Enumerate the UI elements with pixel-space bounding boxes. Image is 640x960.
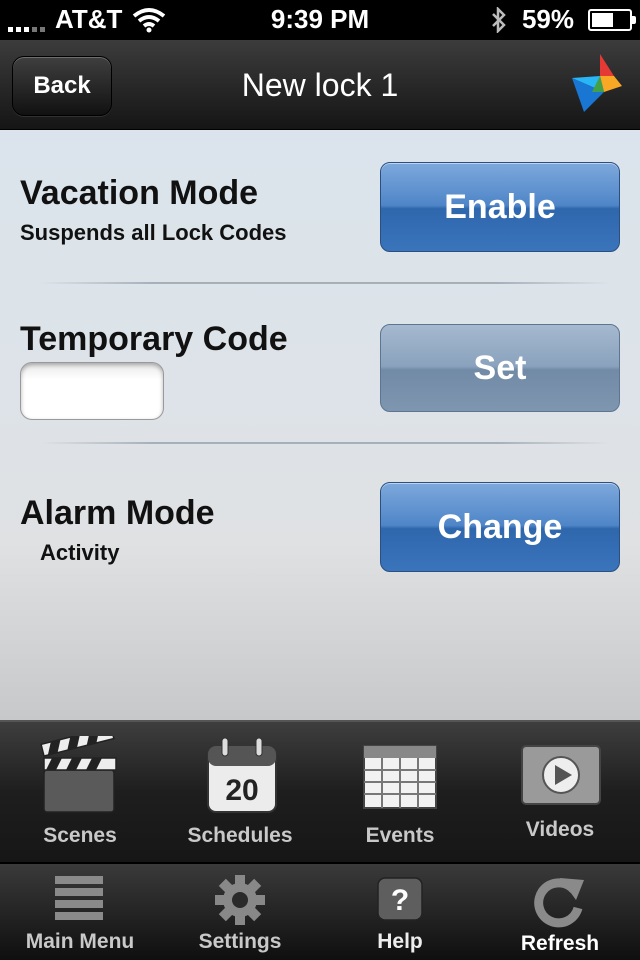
enable-button[interactable]: Enable [380, 162, 620, 252]
battery-percent: 59% [521, 4, 574, 34]
tab-help[interactable]: ? Help [320, 864, 480, 960]
temporary-code-title: Temporary Code [20, 320, 288, 358]
battery-fill [592, 12, 614, 27]
divider [40, 442, 610, 444]
tab-label: Scenes [43, 824, 117, 847]
tab-events[interactable]: Events [320, 722, 480, 862]
clapperboard-icon [40, 736, 117, 813]
alarm-mode-title: Alarm Mode [20, 494, 215, 532]
tab-label: Main Menu [25, 930, 135, 953]
tab-main-menu[interactable]: Main Menu [0, 864, 160, 960]
alarm-mode-subtitle: Activity [40, 540, 120, 565]
refresh-icon [534, 878, 584, 928]
bluetooth-icon [492, 6, 506, 33]
grid-icon [363, 745, 437, 809]
status-right: 59% [490, 4, 636, 35]
tab-label: Refresh [520, 932, 600, 955]
tab-settings[interactable]: Settings [160, 864, 320, 960]
tab-label: Settings [198, 930, 282, 953]
calendar-day: 20 [225, 774, 258, 807]
tab-label: Help [377, 930, 423, 953]
page-title: New lock 1 [241, 67, 399, 103]
tab-label: Events [365, 824, 435, 847]
tab-videos[interactable]: Videos [480, 722, 640, 862]
tab-refresh[interactable]: Refresh [480, 864, 640, 960]
tab-schedules[interactable]: 20 Schedules [160, 722, 320, 862]
tab-label: Schedules [187, 824, 293, 847]
set-button[interactable]: Set [380, 324, 620, 412]
navigation-bar: Back New lock 1 [0, 40, 640, 130]
vacation-mode-title: Vacation Mode [20, 174, 259, 212]
main-tab-bar: Main Menu Settings ? Help Refresh [0, 862, 640, 960]
play-icon [521, 745, 601, 805]
status-bar: AT&T 9:39 PM 59% [0, 0, 640, 40]
tab-label: Videos [525, 818, 595, 841]
divider [40, 282, 610, 284]
feature-tab-bar: Scenes 20 Schedules Events Videos [0, 720, 640, 862]
gear-icon [215, 875, 265, 925]
temporary-code-input[interactable] [20, 362, 164, 420]
tab-scenes[interactable]: Scenes [0, 722, 160, 862]
help-glyph: ? [391, 884, 409, 917]
menu-icon [55, 876, 103, 920]
calendar-icon: 20 [207, 737, 277, 813]
help-icon: ? [377, 877, 423, 921]
change-button[interactable]: Change [380, 482, 620, 572]
lock-settings-panel: Vacation Mode Suspends all Lock Codes En… [0, 130, 640, 720]
app-logo-icon [572, 54, 622, 112]
vacation-mode-subtitle: Suspends all Lock Codes [20, 220, 287, 245]
battery-icon [588, 8, 636, 31]
